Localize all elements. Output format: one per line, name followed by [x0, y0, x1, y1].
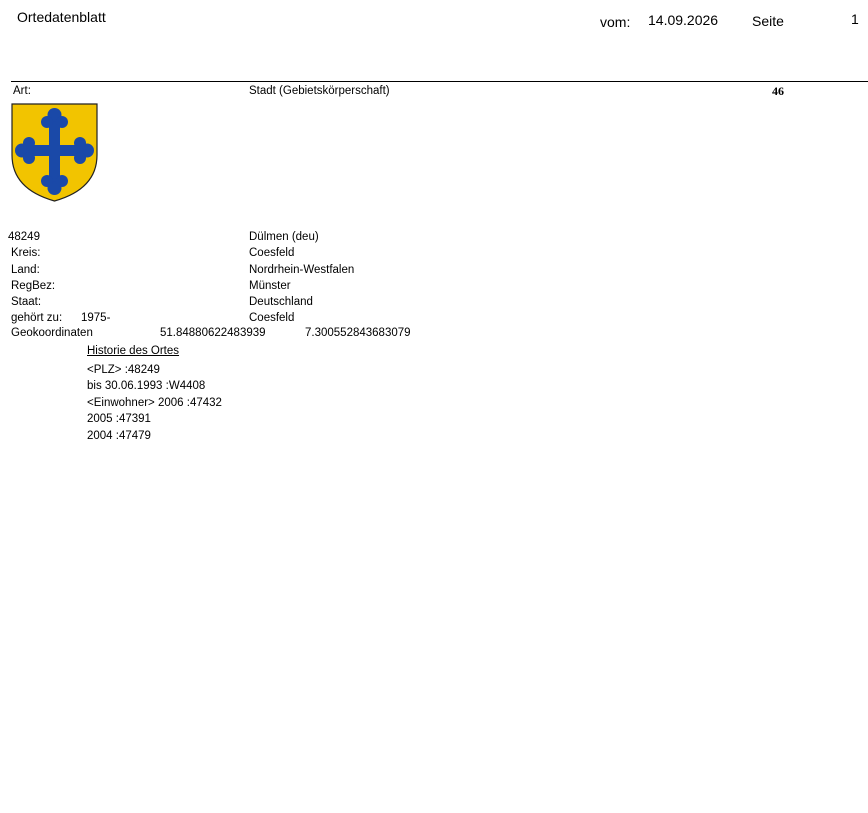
staat-label: Staat:: [11, 296, 42, 308]
document-title: Ortedatenblatt: [17, 9, 106, 25]
type-value: Stadt (Gebietskörperschaft): [249, 85, 390, 97]
kreis-label: Kreis:: [11, 247, 41, 259]
geo-longitude: 7.300552843683079: [305, 327, 411, 339]
history-line: bis 30.06.1993 :W4408: [87, 380, 206, 392]
record-number: 46: [772, 84, 784, 98]
postcode: 48249: [8, 231, 40, 243]
history-line: 2004 :47479: [87, 430, 151, 442]
belongs-label: gehört zu:: [11, 312, 63, 324]
history-heading: Historie des Ortes: [87, 345, 180, 357]
belongs-since: 1975-: [81, 312, 111, 324]
page-label: Seite: [752, 13, 784, 29]
land-label: Land:: [11, 264, 40, 276]
geo-label: Geokoordinaten: [11, 327, 93, 339]
regbez-label: RegBez:: [11, 280, 56, 292]
page-number: 1: [851, 11, 859, 27]
regbez-value: Münster: [249, 280, 291, 292]
land-value: Nordrhein-Westfalen: [249, 264, 355, 276]
history-line: <Einwohner> 2006 :47432: [87, 397, 222, 409]
geo-latitude: 51.84880622483939: [160, 327, 266, 339]
date-label: vom:: [600, 14, 631, 30]
header-divider: [11, 81, 868, 82]
history-line: <PLZ> :48249: [87, 364, 160, 376]
history-line: 2005 :47391: [87, 413, 151, 425]
coat-of-arms-icon: [11, 103, 98, 202]
place-name: Dülmen (deu): [249, 231, 319, 243]
kreis-value: Coesfeld: [249, 247, 295, 259]
staat-value: Deutschland: [249, 296, 313, 308]
date-value: 14.09.2026: [648, 12, 719, 28]
belongs-value: Coesfeld: [249, 312, 295, 324]
type-label: Art:: [13, 85, 31, 97]
